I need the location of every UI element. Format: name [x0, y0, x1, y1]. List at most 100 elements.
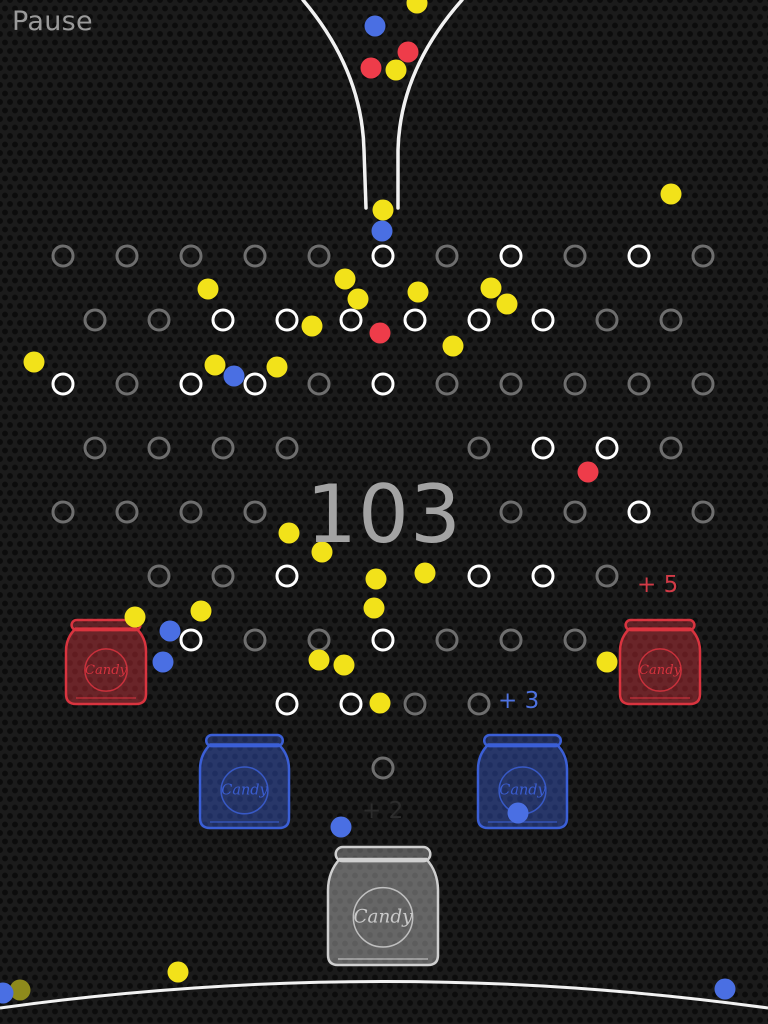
ball-yellow: [124, 606, 146, 628]
score-display: 103: [306, 468, 462, 561]
peg-inactive: [147, 436, 171, 460]
ball-yellow: [406, 0, 428, 14]
peg-active: [51, 372, 75, 396]
ball-yellow: [197, 278, 219, 300]
peg-active: [531, 564, 555, 588]
peg-active: [275, 692, 299, 716]
peg-active: [531, 308, 555, 332]
peg-inactive: [403, 692, 427, 716]
floor-arc: [0, 980, 768, 1010]
ball-blue: [330, 816, 352, 838]
peg-inactive: [147, 564, 171, 588]
peg-inactive: [275, 436, 299, 460]
peg-inactive: [659, 308, 683, 332]
game-board[interactable]: Candy Candy Candy Candy Candy Pause 103 + 5 …: [0, 0, 768, 1024]
peg-inactive: [243, 244, 267, 268]
peg-active: [339, 308, 363, 332]
ball-yellow: [480, 277, 502, 299]
peg-inactive: [563, 244, 587, 268]
peg-inactive: [307, 628, 331, 652]
peg-inactive: [595, 564, 619, 588]
peg-inactive: [691, 372, 715, 396]
ball-yellow: [308, 649, 330, 671]
ball-yellow: [301, 315, 323, 337]
ball-yellow: [385, 59, 407, 81]
jar-label-text: Candy: [85, 663, 128, 678]
peg-active: [371, 244, 395, 268]
ball-blue: [364, 15, 386, 37]
peg-inactive: [211, 436, 235, 460]
ball-yellow: [363, 597, 385, 619]
peg-inactive: [371, 756, 395, 780]
jar-label-text: Candy: [499, 783, 546, 799]
peg-inactive: [467, 692, 491, 716]
peg-active: [275, 564, 299, 588]
ball-red: [397, 41, 419, 63]
peg-inactive: [179, 244, 203, 268]
ball-yellow: [496, 293, 518, 315]
peg-inactive: [563, 628, 587, 652]
ball-blue: [714, 978, 736, 1000]
peg-active: [467, 564, 491, 588]
ball-yellow: [347, 288, 369, 310]
ball-yellow: [365, 568, 387, 590]
peg-inactive: [435, 244, 459, 268]
ball-red: [369, 322, 391, 344]
peg-active: [243, 372, 267, 396]
peg-inactive: [467, 436, 491, 460]
ball-yellow: [596, 651, 618, 673]
peg-inactive: [435, 372, 459, 396]
peg-active: [627, 244, 651, 268]
bonus-label-red: + 5: [637, 572, 679, 598]
peg-inactive: [307, 244, 331, 268]
jar-label-text: Candy: [354, 907, 414, 928]
pause-button[interactable]: Pause: [12, 6, 93, 37]
peg-inactive: [51, 244, 75, 268]
ball-blue: [159, 620, 181, 642]
peg-active: [403, 308, 427, 332]
ball-yellow: [369, 692, 391, 714]
jar-label-text: Candy: [639, 663, 682, 678]
ball-red: [360, 57, 382, 79]
bonus-label-blue: + 3: [498, 688, 540, 714]
ball-blue: [152, 651, 174, 673]
peg-inactive: [83, 308, 107, 332]
peg-inactive: [691, 244, 715, 268]
peg-active: [371, 628, 395, 652]
peg-active: [179, 628, 203, 652]
peg-active: [371, 372, 395, 396]
jar-blue-left: Candy: [198, 733, 291, 830]
ball-yellow: [23, 351, 45, 373]
peg-inactive: [83, 436, 107, 460]
peg-inactive: [435, 628, 459, 652]
peg-inactive: [499, 628, 523, 652]
ball-blue: [507, 802, 529, 824]
funnel-right-wall: [396, 0, 464, 210]
funnel-left-wall: [301, 0, 368, 210]
ball-yellow: [407, 281, 429, 303]
jar-red-right: Candy: [618, 618, 702, 706]
peg-active: [499, 244, 523, 268]
peg-inactive: [243, 628, 267, 652]
ball-yellow: [334, 268, 356, 290]
peg-inactive: [307, 372, 331, 396]
peg-inactive: [563, 372, 587, 396]
ball-yellow: [204, 354, 226, 376]
ball-yellow: [660, 183, 682, 205]
ball-yellow: [442, 335, 464, 357]
peg-inactive: [595, 308, 619, 332]
ball-blue: [223, 365, 245, 387]
peg-inactive: [659, 436, 683, 460]
bonus-label-gray: + 2: [362, 798, 404, 824]
jar-red-left: Candy: [64, 618, 148, 706]
ball-yellow: [266, 356, 288, 378]
peg-active: [275, 308, 299, 332]
ball-yellow: [190, 600, 212, 622]
peg-active: [211, 308, 235, 332]
jar-gray-center: Candy: [326, 845, 440, 967]
peg-active: [339, 692, 363, 716]
ball-yellow: [372, 199, 394, 221]
peg-inactive: [627, 372, 651, 396]
ball-yellow: [167, 961, 189, 983]
peg-active: [467, 308, 491, 332]
